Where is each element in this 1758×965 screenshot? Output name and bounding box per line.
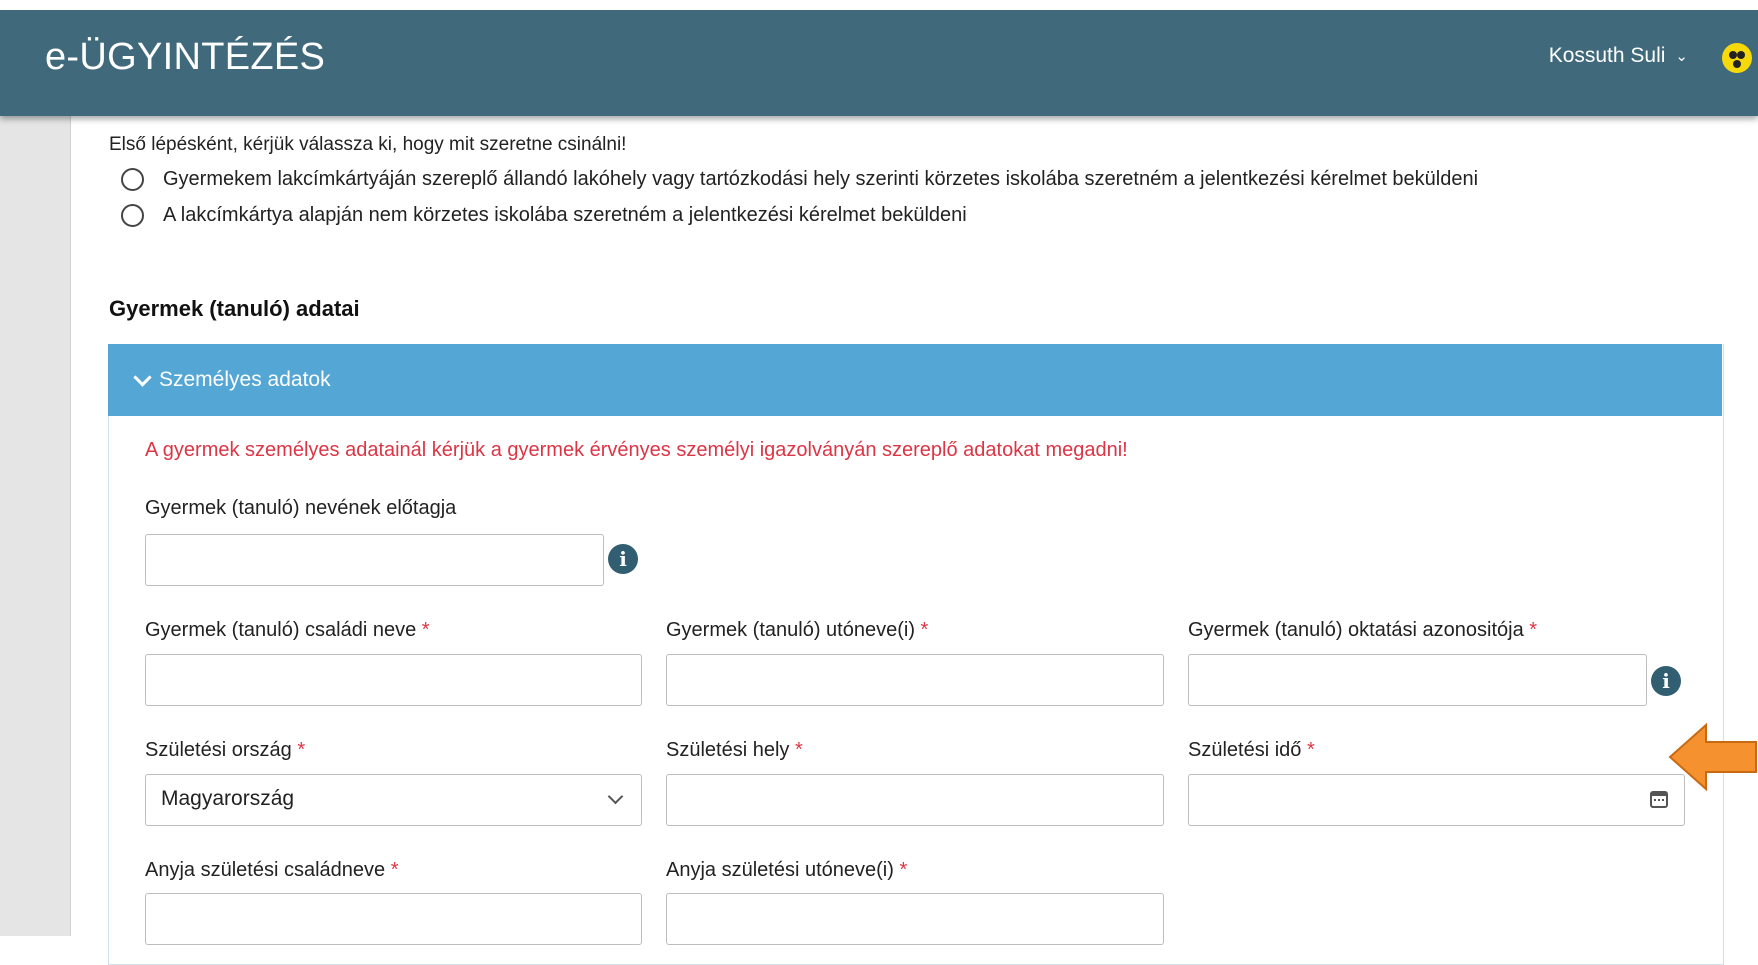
chevron-down-icon	[133, 367, 152, 387]
given-names-input[interactable]	[666, 654, 1164, 706]
mother-given-names-input[interactable]	[666, 893, 1164, 945]
radio-label[interactable]: A lakcímkártya alapján nem körzetes isko…	[163, 204, 967, 227]
birth-country-value: Magyarország	[161, 787, 295, 810]
info-icon[interactable]: i	[1651, 666, 1681, 696]
app-title[interactable]: e-ÜGYINTÉZÉS	[45, 36, 325, 79]
education-id-label: Gyermek (tanuló) oktatási azonositója *	[1188, 619, 1538, 641]
radio-button[interactable]	[121, 168, 144, 191]
info-icon[interactable]: i	[608, 544, 638, 574]
intro-text: Első lépésként, kérjük válassza ki, hogy…	[109, 134, 627, 155]
user-name[interactable]: Kossuth Suli	[1549, 44, 1666, 68]
mother-family-name-input[interactable]	[145, 893, 642, 945]
birth-date-label: Születési idő *	[1188, 739, 1315, 761]
mother-given-names-label: Anyja születési utóneve(i) *	[666, 859, 908, 881]
family-name-label: Gyermek (tanuló) családi neve *	[145, 619, 430, 641]
personal-data-panel-header[interactable]: Személyes adatok	[108, 344, 1722, 416]
left-gutter	[0, 116, 71, 936]
birth-date-input[interactable]	[1188, 774, 1685, 826]
accessibility-icon[interactable]	[1722, 43, 1752, 73]
mother-family-name-label: Anyja születési családneve *	[145, 859, 399, 881]
chevron-down-icon	[607, 788, 624, 805]
radio-label[interactable]: Gyermekem lakcímkártyáján szereplő állan…	[163, 168, 1478, 191]
radio-option-non-district-school[interactable]: A lakcímkártya alapján nem körzetes isko…	[121, 204, 967, 227]
top-strip	[0, 0, 1758, 10]
birth-country-label: Születési ország *	[145, 739, 306, 761]
family-name-input[interactable]	[145, 654, 642, 706]
education-id-input[interactable]	[1188, 654, 1647, 706]
user-menu[interactable]: Kossuth Suli ⌄	[1549, 44, 1688, 68]
section-title: Gyermek (tanuló) adatai	[109, 296, 360, 321]
birth-country-select[interactable]: Magyarország	[145, 774, 642, 826]
top-navigation-bar: e-ÜGYINTÉZÉS Kossuth Suli ⌄	[0, 0, 1758, 116]
panel-title: Személyes adatok	[159, 368, 331, 391]
radio-option-district-school[interactable]: Gyermekem lakcímkártyáján szereplő állan…	[121, 168, 1478, 191]
chevron-down-icon[interactable]: ⌄	[1675, 47, 1688, 65]
annotation-arrow-icon	[1668, 722, 1757, 792]
radio-button[interactable]	[121, 204, 144, 227]
name-prefix-input[interactable]	[145, 534, 604, 586]
name-prefix-label: Gyermek (tanuló) nevének előtagja	[145, 497, 457, 519]
given-names-label: Gyermek (tanuló) utóneve(i) *	[666, 619, 929, 641]
calendar-icon[interactable]	[1649, 789, 1669, 809]
birth-place-label: Születési hely *	[666, 739, 803, 761]
notice-text: A gyermek személyes adatainál kérjük a g…	[145, 439, 1128, 461]
birth-place-input[interactable]	[666, 774, 1164, 826]
